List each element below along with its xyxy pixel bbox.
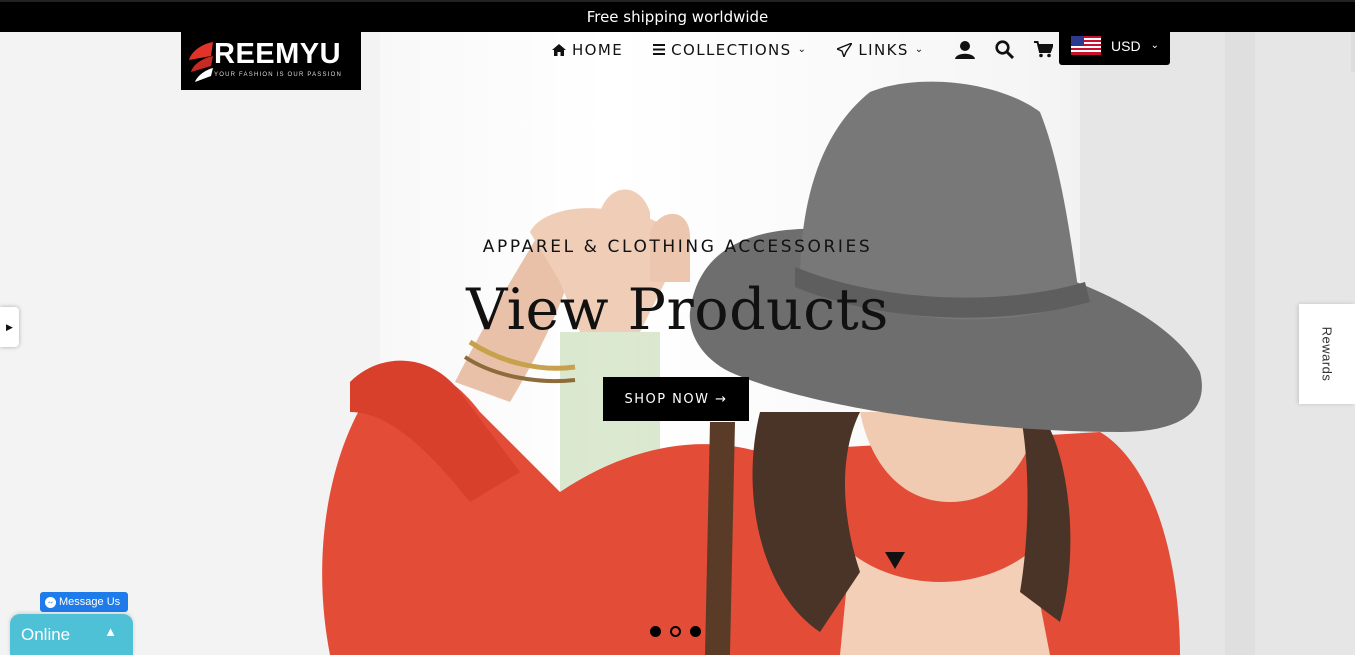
search-icon — [994, 40, 1014, 59]
nav-links-label: LINKS — [858, 40, 909, 59]
messenger-button[interactable]: Message Us — [40, 592, 128, 612]
chevron-down-icon: ⌄ — [797, 44, 808, 55]
wing-logo-icon — [189, 42, 213, 82]
hero-subtitle: APPAREL & CLOTHING ACCESSORIES — [482, 237, 873, 257]
nav-item-collections[interactable]: COLLECTIONS ⌄ — [653, 41, 807, 59]
hero-title: View Products — [466, 277, 889, 343]
messenger-label: Message Us — [59, 596, 121, 608]
cart-icon — [1033, 41, 1053, 58]
nav-home-label: HOME — [572, 40, 624, 59]
scrollbar[interactable] — [1351, 32, 1355, 72]
rewards-label: Rewards — [1319, 326, 1335, 382]
slide-dot-3[interactable] — [690, 626, 701, 637]
chevron-down-icon: ⌄ — [914, 44, 925, 55]
main-nav: HOME COLLECTIONS ⌄ LINKS ⌄ — [552, 40, 1073, 59]
logo-brand: REEMYU — [214, 38, 342, 70]
slide-dot-2[interactable] — [670, 626, 681, 637]
messenger-icon — [45, 596, 56, 608]
hero-banner — [0, 32, 1355, 655]
menu-icon — [653, 44, 666, 55]
chat-widget[interactable]: Online ▲ — [10, 614, 133, 655]
paper-plane-icon — [837, 42, 853, 57]
hero-image — [0, 32, 1355, 655]
account-button[interactable] — [954, 40, 975, 59]
cart-button[interactable] — [1033, 41, 1053, 58]
nav-item-home[interactable]: HOME — [552, 41, 623, 59]
logo-tagline: YOUR FASHION IS OUR PASSION — [214, 72, 342, 78]
account-icon — [954, 40, 975, 59]
nav-item-links[interactable]: LINKS ⌄ — [837, 41, 924, 59]
currency-selector[interactable]: USD ⌄ — [1059, 26, 1170, 65]
home-icon — [552, 43, 566, 56]
nav-collections-label: COLLECTIONS — [671, 40, 792, 59]
chat-status: Online — [21, 624, 71, 644]
site-logo[interactable]: REEMYU YOUR FASHION IS OUR PASSION — [181, 32, 361, 90]
chevron-down-icon: ⌄ — [1150, 40, 1159, 51]
us-flag-icon — [1071, 36, 1101, 55]
currency-code: USD — [1111, 37, 1141, 54]
chevron-up-icon: ▲ — [104, 624, 117, 639]
side-panel-toggle[interactable]: ▶ — [0, 307, 19, 347]
shop-now-button[interactable]: SHOP NOW → — [603, 377, 749, 421]
caret-right-icon: ▶ — [6, 321, 13, 332]
slide-dot-1[interactable] — [650, 626, 661, 637]
rewards-tab[interactable]: Rewards — [1299, 304, 1355, 404]
announcement-text: Free shipping worldwide — [586, 8, 769, 26]
slide-dots — [650, 626, 710, 637]
search-button[interactable] — [994, 40, 1014, 59]
